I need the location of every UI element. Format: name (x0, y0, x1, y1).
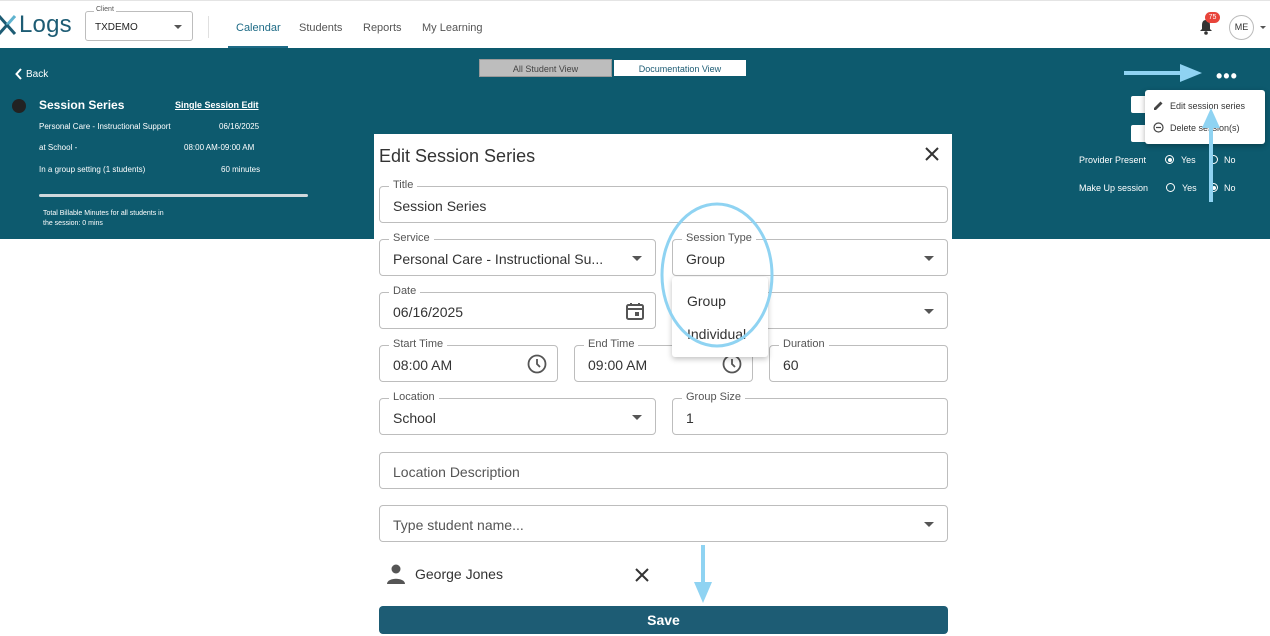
calendar-icon[interactable] (625, 301, 645, 321)
menu-item-edit-session-series[interactable]: Edit session series (1153, 100, 1245, 111)
make-up-session-label: Make Up session (1079, 183, 1149, 193)
dropdown-option-group[interactable]: Group (687, 293, 726, 309)
session-type-select[interactable]: Session Type Group (672, 232, 948, 276)
make-up-yes-radio[interactable] (1166, 183, 1175, 192)
nav-my-learning[interactable]: My Learning (422, 22, 483, 34)
nav-calendar[interactable]: Calendar (236, 22, 281, 34)
divider (208, 16, 209, 38)
title-field[interactable]: Title Session Series (379, 179, 948, 223)
dropdown-option-individual[interactable]: Individual (687, 326, 746, 342)
close-icon[interactable] (925, 147, 939, 161)
session-options-menu: Edit session series Delete session(s) (1145, 90, 1265, 144)
field-value: 60 (783, 357, 799, 373)
status-dot (12, 99, 26, 113)
make-up-no-radio[interactable] (1209, 183, 1218, 192)
notification-badge: 75 (1205, 12, 1220, 23)
field-label: Group Size (682, 391, 746, 403)
make-up-no-label: No (1224, 183, 1236, 193)
group-size-field[interactable]: Group Size 1 (672, 391, 948, 435)
date-text: 06/16/2025 (219, 122, 260, 131)
field-label: End Time (584, 338, 639, 350)
all-student-view-button[interactable]: All Student View (479, 59, 612, 77)
field-value: Personal Care - Instructional Su... (393, 251, 604, 267)
session-type-dropdown: Group Individual (672, 277, 768, 357)
field-value: 08:00 AM (393, 357, 453, 373)
field-value: Session Series (393, 198, 487, 214)
field-placeholder: Type student name... (393, 517, 524, 533)
back-label: Back (26, 68, 49, 80)
top-bar: Logs Client TXDEMO Calendar Students Rep… (0, 0, 1270, 48)
menu-item-delete-sessions[interactable]: Delete session(s) (1153, 122, 1240, 133)
pencil-icon (1154, 101, 1163, 110)
documentation-view-button[interactable]: Documentation View (613, 59, 747, 77)
chevron-down-icon (924, 256, 934, 261)
avatar[interactable]: ME (1229, 15, 1254, 40)
save-button[interactable]: Save (379, 606, 948, 634)
provider-present-yes-label: Yes (1181, 155, 1196, 165)
time-text: 08:00 AM-09:00 AM (184, 143, 255, 152)
chevron-down-icon (632, 415, 642, 420)
field-label: Duration (779, 338, 829, 350)
make-up-yes-label: Yes (1182, 183, 1197, 193)
chevron-down-icon (924, 522, 934, 527)
field-label: Location (389, 391, 439, 403)
field-label: Service (389, 232, 434, 244)
field-value: 06/16/2025 (393, 304, 464, 320)
date-field[interactable]: Date 06/16/2025 (379, 285, 656, 329)
app-logo[interactable]: Logs (0, 11, 72, 39)
progress-bar (39, 194, 308, 197)
service-text: Personal Care - Instructional Support (39, 122, 171, 131)
app-name: Logs (19, 11, 72, 38)
back-button[interactable]: Back (15, 68, 48, 80)
field-label: Date (389, 285, 421, 297)
client-value: TXDEMO (95, 22, 138, 33)
person-icon (387, 564, 405, 584)
provider-present-no-radio[interactable] (1209, 155, 1218, 164)
provider-present-label: Provider Present (1079, 155, 1147, 165)
field-label: Title (389, 179, 418, 191)
chevron-left-icon (15, 68, 22, 80)
minus-circle-icon (1153, 122, 1164, 133)
field-value: School (393, 410, 436, 426)
billable-minutes-text: Total Billable Minutes for all students … (43, 209, 203, 229)
session-series-title: Session Series (39, 98, 125, 112)
clock-icon[interactable] (527, 354, 547, 374)
duration-text: 60 minutes (221, 165, 261, 174)
location-select[interactable]: Location School (379, 391, 656, 435)
billable-line-1: Total Billable Minutes for all students … (43, 210, 164, 217)
field-value: 09:00 AM (588, 357, 648, 373)
chevron-down-icon (924, 309, 934, 314)
chevron-down-icon (174, 25, 182, 29)
start-time-field[interactable]: Start Time 08:00 AM (379, 338, 558, 382)
menu-item-label: Edit session series (1170, 100, 1246, 111)
dialog-title: Edit Session Series (379, 146, 536, 166)
field-value: Group (686, 251, 725, 267)
client-label: Client (94, 6, 116, 13)
duration-field[interactable]: Duration 60 (769, 338, 948, 382)
student-search-input[interactable]: Type student name... (379, 505, 948, 542)
client-select[interactable]: Client TXDEMO (85, 6, 193, 41)
provider-present-no-label: No (1224, 155, 1236, 165)
nav-reports[interactable]: Reports (363, 22, 402, 34)
nav-students[interactable]: Students (299, 22, 342, 34)
menu-item-label: Delete session(s) (1170, 122, 1240, 133)
service-select[interactable]: Service Personal Care - Instructional Su… (379, 232, 656, 276)
chevron-down-icon[interactable] (1260, 26, 1266, 29)
provider-present-yes-radio[interactable] (1165, 155, 1174, 164)
group-text: In a group setting (1 students) (39, 165, 146, 174)
field-placeholder: Location Description (393, 464, 520, 480)
billable-line-2: the session: 0 mins (43, 220, 103, 227)
student-name: George Jones (415, 566, 503, 582)
single-session-edit-link[interactable]: Single Session Edit (175, 100, 259, 110)
location-text: at School - (39, 143, 78, 152)
field-value: 1 (686, 410, 694, 426)
more-options-icon[interactable]: ••• (1216, 66, 1238, 87)
chevron-down-icon (632, 256, 642, 261)
location-description-field[interactable]: Location Description (379, 452, 948, 489)
logo-x-icon (0, 15, 16, 35)
remove-student-icon[interactable] (635, 568, 649, 582)
field-label: Start Time (389, 338, 448, 350)
field-label: Session Type (682, 232, 756, 244)
clock-icon[interactable] (722, 354, 742, 374)
